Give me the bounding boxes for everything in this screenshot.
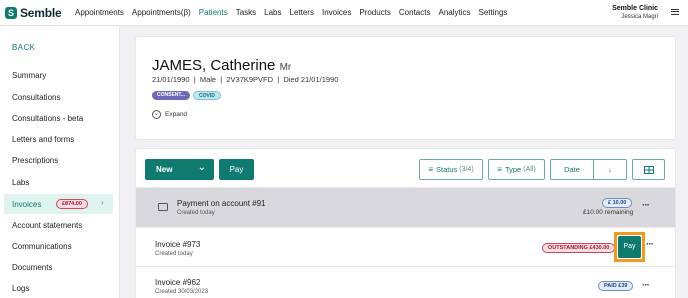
tag-covid[interactable]: COVID bbox=[193, 91, 221, 100]
list-item[interactable]: Invoice #973 Created today OUTSTANDING £… bbox=[136, 227, 675, 266]
amount-badge: £ 10.00 bbox=[602, 198, 633, 208]
sidebar-item-logs[interactable]: Logs bbox=[12, 284, 29, 293]
date-sort-label: Date bbox=[564, 165, 580, 174]
sidebar-item-consultations[interactable]: Consultations bbox=[12, 93, 60, 102]
status-filter-label: Status bbox=[436, 165, 458, 174]
nav-labs[interactable]: Labs bbox=[264, 8, 281, 17]
list-item-title: Invoice #973 bbox=[155, 240, 201, 249]
hamburger-menu-icon[interactable] bbox=[671, 7, 679, 17]
sidebar-item-account-statements[interactable]: Account statements bbox=[12, 221, 82, 230]
type-filter[interactable]: ≡ Type (All) bbox=[488, 159, 545, 180]
main-nav: Appointments Appointments(β) Patients Ta… bbox=[75, 8, 515, 17]
pay-button[interactable]: Pay bbox=[219, 159, 254, 180]
nav-settings[interactable]: Settings bbox=[479, 8, 508, 17]
paid-badge: PAID £39 bbox=[598, 281, 634, 291]
nav-contacts[interactable]: Contacts bbox=[399, 8, 431, 17]
type-filter-label: Type bbox=[504, 165, 522, 174]
nav-appointments[interactable]: Appointments bbox=[75, 8, 124, 17]
nav-patients[interactable]: Patients bbox=[199, 8, 228, 17]
invoices-balance-badge: £874.00 bbox=[56, 199, 88, 209]
nav-tasks[interactable]: Tasks bbox=[236, 8, 256, 17]
sidebar-item-invoices[interactable]: Invoices £874.00 › bbox=[4, 194, 113, 214]
patient-title: Mr bbox=[279, 62, 292, 73]
remaining-amount: £10.00 remaining bbox=[583, 209, 634, 216]
view-toggle-button[interactable] bbox=[632, 159, 665, 180]
patient-name: JAMES, Catherine Mr bbox=[152, 57, 291, 74]
list-item-title: Payment on account #91 bbox=[177, 199, 266, 208]
sort-direction-button[interactable]: ↓ bbox=[593, 159, 627, 180]
status-filter-count: (3/4) bbox=[459, 166, 474, 173]
back-link[interactable]: BACK bbox=[12, 43, 35, 52]
wallet-icon bbox=[158, 203, 168, 211]
account-switcher[interactable]: Semble Clinic Jessica Magri bbox=[612, 4, 658, 22]
user-name: Jessica Magri bbox=[621, 14, 658, 20]
new-button-label: New bbox=[156, 165, 173, 174]
patient-name-text: JAMES, Catherine bbox=[152, 57, 276, 74]
sidebar-item-labs[interactable]: Labs bbox=[12, 178, 29, 187]
filter-icon: ≡ bbox=[497, 165, 502, 174]
list-item[interactable]: Invoice #962 Created 30/03/2023 PAID £39… bbox=[136, 266, 675, 298]
type-filter-count: (All) bbox=[523, 166, 536, 173]
expand-label: Expand bbox=[165, 111, 188, 118]
list-item-subtitle: Created today bbox=[155, 251, 193, 257]
list-item-subtitle: Created today bbox=[177, 210, 215, 216]
nav-products[interactable]: Products bbox=[359, 8, 391, 17]
clinic-name: Semble Clinic bbox=[612, 5, 658, 12]
patient-sidebar: BACK Summary Consultations Consultations… bbox=[0, 26, 120, 298]
expand-toggle[interactable]: ⌄ Expand bbox=[152, 110, 187, 119]
new-button[interactable]: New ⌄ bbox=[145, 159, 214, 180]
status-filter[interactable]: ≡ Status (3/4) bbox=[419, 159, 483, 180]
row-pay-button[interactable]: Pay bbox=[618, 236, 641, 258]
date-sort-button[interactable]: Date bbox=[550, 159, 594, 180]
list-item-title: Invoice #962 bbox=[155, 278, 201, 287]
grid-view-icon bbox=[643, 165, 654, 174]
outstanding-badge: OUTSTANDING £430.00 bbox=[542, 243, 616, 253]
more-options-icon[interactable]: ··· bbox=[642, 200, 650, 211]
logo-mark-icon: S bbox=[5, 6, 17, 19]
top-navigation-bar: S Semble Appointments Appointments(β) Pa… bbox=[0, 0, 688, 26]
logo-text: Semble bbox=[20, 5, 62, 20]
sidebar-item-letters-and-forms[interactable]: Letters and forms bbox=[12, 135, 74, 144]
nav-analytics[interactable]: Analytics bbox=[438, 8, 470, 17]
sidebar-item-communications[interactable]: Communications bbox=[12, 242, 72, 251]
semble-logo[interactable]: S Semble bbox=[5, 6, 69, 20]
chevron-down-icon: ⌄ bbox=[152, 110, 161, 119]
list-item[interactable]: Payment on account #91 Created today £ 1… bbox=[136, 187, 675, 227]
nav-invoices[interactable]: Invoices bbox=[322, 8, 351, 17]
sidebar-item-consultations-beta[interactable]: Consultations - beta bbox=[12, 114, 83, 123]
tag-consent[interactable]: CONSENT... bbox=[152, 91, 191, 100]
invoices-list-card: New ⌄ Pay ≡ Status (3/4) ≡ Type (All) Da… bbox=[135, 148, 676, 298]
filter-icon: ≡ bbox=[428, 165, 433, 174]
patient-header-card: JAMES, Catherine Mr 21/01/1990 | Male | … bbox=[135, 36, 676, 140]
list-item-subtitle: Created 30/03/2023 bbox=[155, 289, 209, 295]
more-options-icon[interactable]: ··· bbox=[642, 280, 650, 291]
nav-appointments-beta[interactable]: Appointments(β) bbox=[132, 8, 191, 17]
chevron-right-icon: › bbox=[101, 198, 104, 207]
arrow-down-icon: ↓ bbox=[608, 165, 612, 174]
sidebar-item-documents[interactable]: Documents bbox=[12, 263, 52, 272]
sidebar-item-invoices-label: Invoices bbox=[12, 200, 42, 209]
nav-letters[interactable]: Letters bbox=[290, 8, 314, 17]
more-options-icon[interactable]: ··· bbox=[646, 239, 654, 250]
patient-details: 21/01/1990 | Male | 2V37K9PVFD | Died 21… bbox=[152, 75, 339, 84]
sidebar-item-summary[interactable]: Summary bbox=[12, 71, 46, 80]
sidebar-item-prescriptions[interactable]: Prescriptions bbox=[12, 156, 58, 165]
chevron-down-icon: ⌄ bbox=[197, 162, 206, 173]
